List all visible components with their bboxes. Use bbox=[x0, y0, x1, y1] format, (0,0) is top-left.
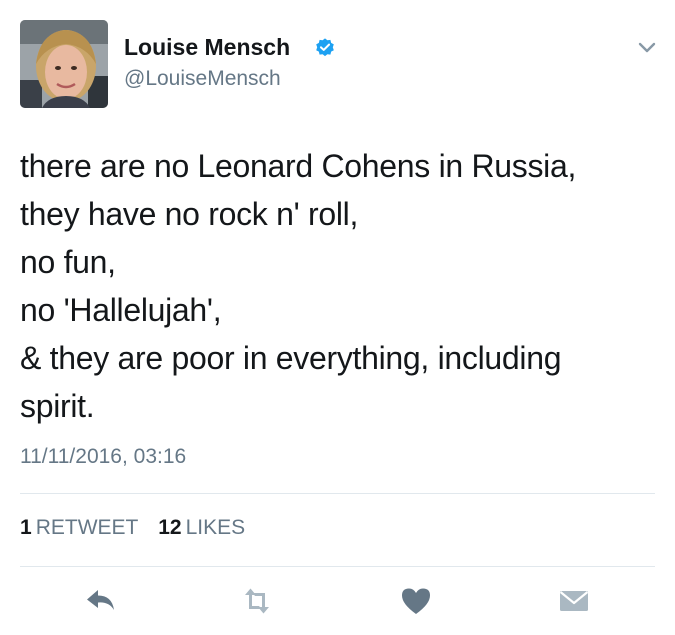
divider bbox=[20, 493, 655, 494]
tweet-text: there are no Leonard Cohens in Russia, t… bbox=[20, 142, 660, 430]
like-count: 12 bbox=[158, 516, 182, 539]
tweet-text-line: they have no rock n' roll, bbox=[20, 196, 359, 232]
tweet-text-line: spirit. bbox=[20, 388, 95, 424]
chevron-down-icon[interactable] bbox=[636, 40, 658, 56]
reply-icon[interactable] bbox=[84, 584, 118, 618]
heart-icon[interactable] bbox=[399, 584, 433, 618]
avatar-photo bbox=[20, 20, 108, 108]
retweet-count-link[interactable]: 1 RETWEET bbox=[20, 516, 138, 540]
retweet-icon[interactable] bbox=[240, 584, 274, 618]
retweet-count-label: RETWEET bbox=[35, 516, 139, 539]
tweet-card: Louise Mensch @LouiseMensch there are no… bbox=[0, 0, 675, 635]
retweet-count: 1 bbox=[20, 516, 32, 539]
like-count-link[interactable]: 12 LIKES bbox=[158, 516, 245, 540]
author-handle[interactable]: @LouiseMensch bbox=[124, 67, 281, 91]
divider bbox=[20, 566, 655, 567]
tweet-stats: 1 RETWEET 12 LIKES bbox=[20, 516, 259, 540]
author-display-name[interactable]: Louise Mensch bbox=[124, 34, 290, 61]
tweet-timestamp[interactable]: 11/11/2016, 03:16 bbox=[20, 445, 186, 469]
tweet-text-line: no 'Hallelujah', bbox=[20, 292, 222, 328]
like-count-label: LIKES bbox=[185, 516, 246, 539]
verified-badge-icon bbox=[314, 37, 336, 59]
tweet-text-line: there are no Leonard Cohens in Russia, bbox=[20, 148, 577, 184]
avatar[interactable] bbox=[20, 20, 108, 108]
tweet-text-line: no fun, bbox=[20, 244, 116, 280]
tweet-text-line: & they are poor in everything, including bbox=[20, 340, 562, 376]
envelope-icon[interactable] bbox=[557, 584, 591, 618]
